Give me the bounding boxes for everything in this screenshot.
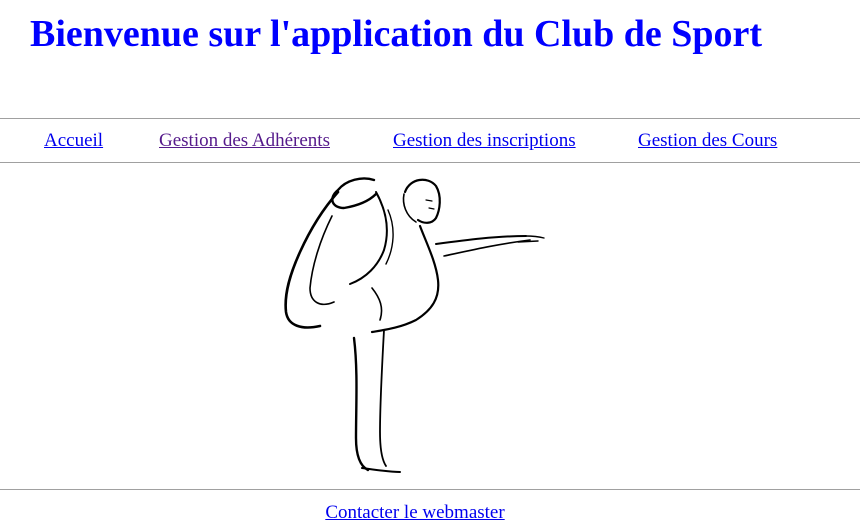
nav-link-gestion-inscriptions[interactable]: Gestion des inscriptions [393, 129, 576, 153]
dancer-torso-back [371, 287, 383, 321]
dancer-standing-leg-left [352, 336, 370, 472]
footer-divider [0, 489, 860, 490]
main-nav: Accueil Gestion des Adhérents Gestion de… [0, 129, 860, 153]
footer: Contacter le webmaster [0, 501, 830, 525]
dancer-raised-leg [284, 190, 340, 329]
dancer-hair [402, 193, 417, 223]
dancer-raised-foot [331, 177, 378, 210]
page-title: Bienvenue sur l'application du Club de S… [30, 13, 763, 55]
dancer-raised-leg-inner [309, 215, 335, 306]
nav-link-accueil[interactable]: Accueil [44, 129, 103, 153]
dancer-torso-front [370, 224, 440, 334]
dancer-illustration [284, 177, 545, 473]
nav-divider [0, 162, 860, 163]
header-divider [0, 118, 860, 119]
dancer-face [425, 199, 435, 210]
dancer-standing-leg-right [379, 329, 387, 467]
contact-webmaster-link[interactable]: Contacter le webmaster [325, 502, 504, 523]
dancer-front-arm-lower [443, 239, 531, 257]
nav-link-gestion-cours[interactable]: Gestion des Cours [638, 129, 777, 153]
nav-link-gestion-adherents[interactable]: Gestion des Adhérents [159, 129, 330, 153]
